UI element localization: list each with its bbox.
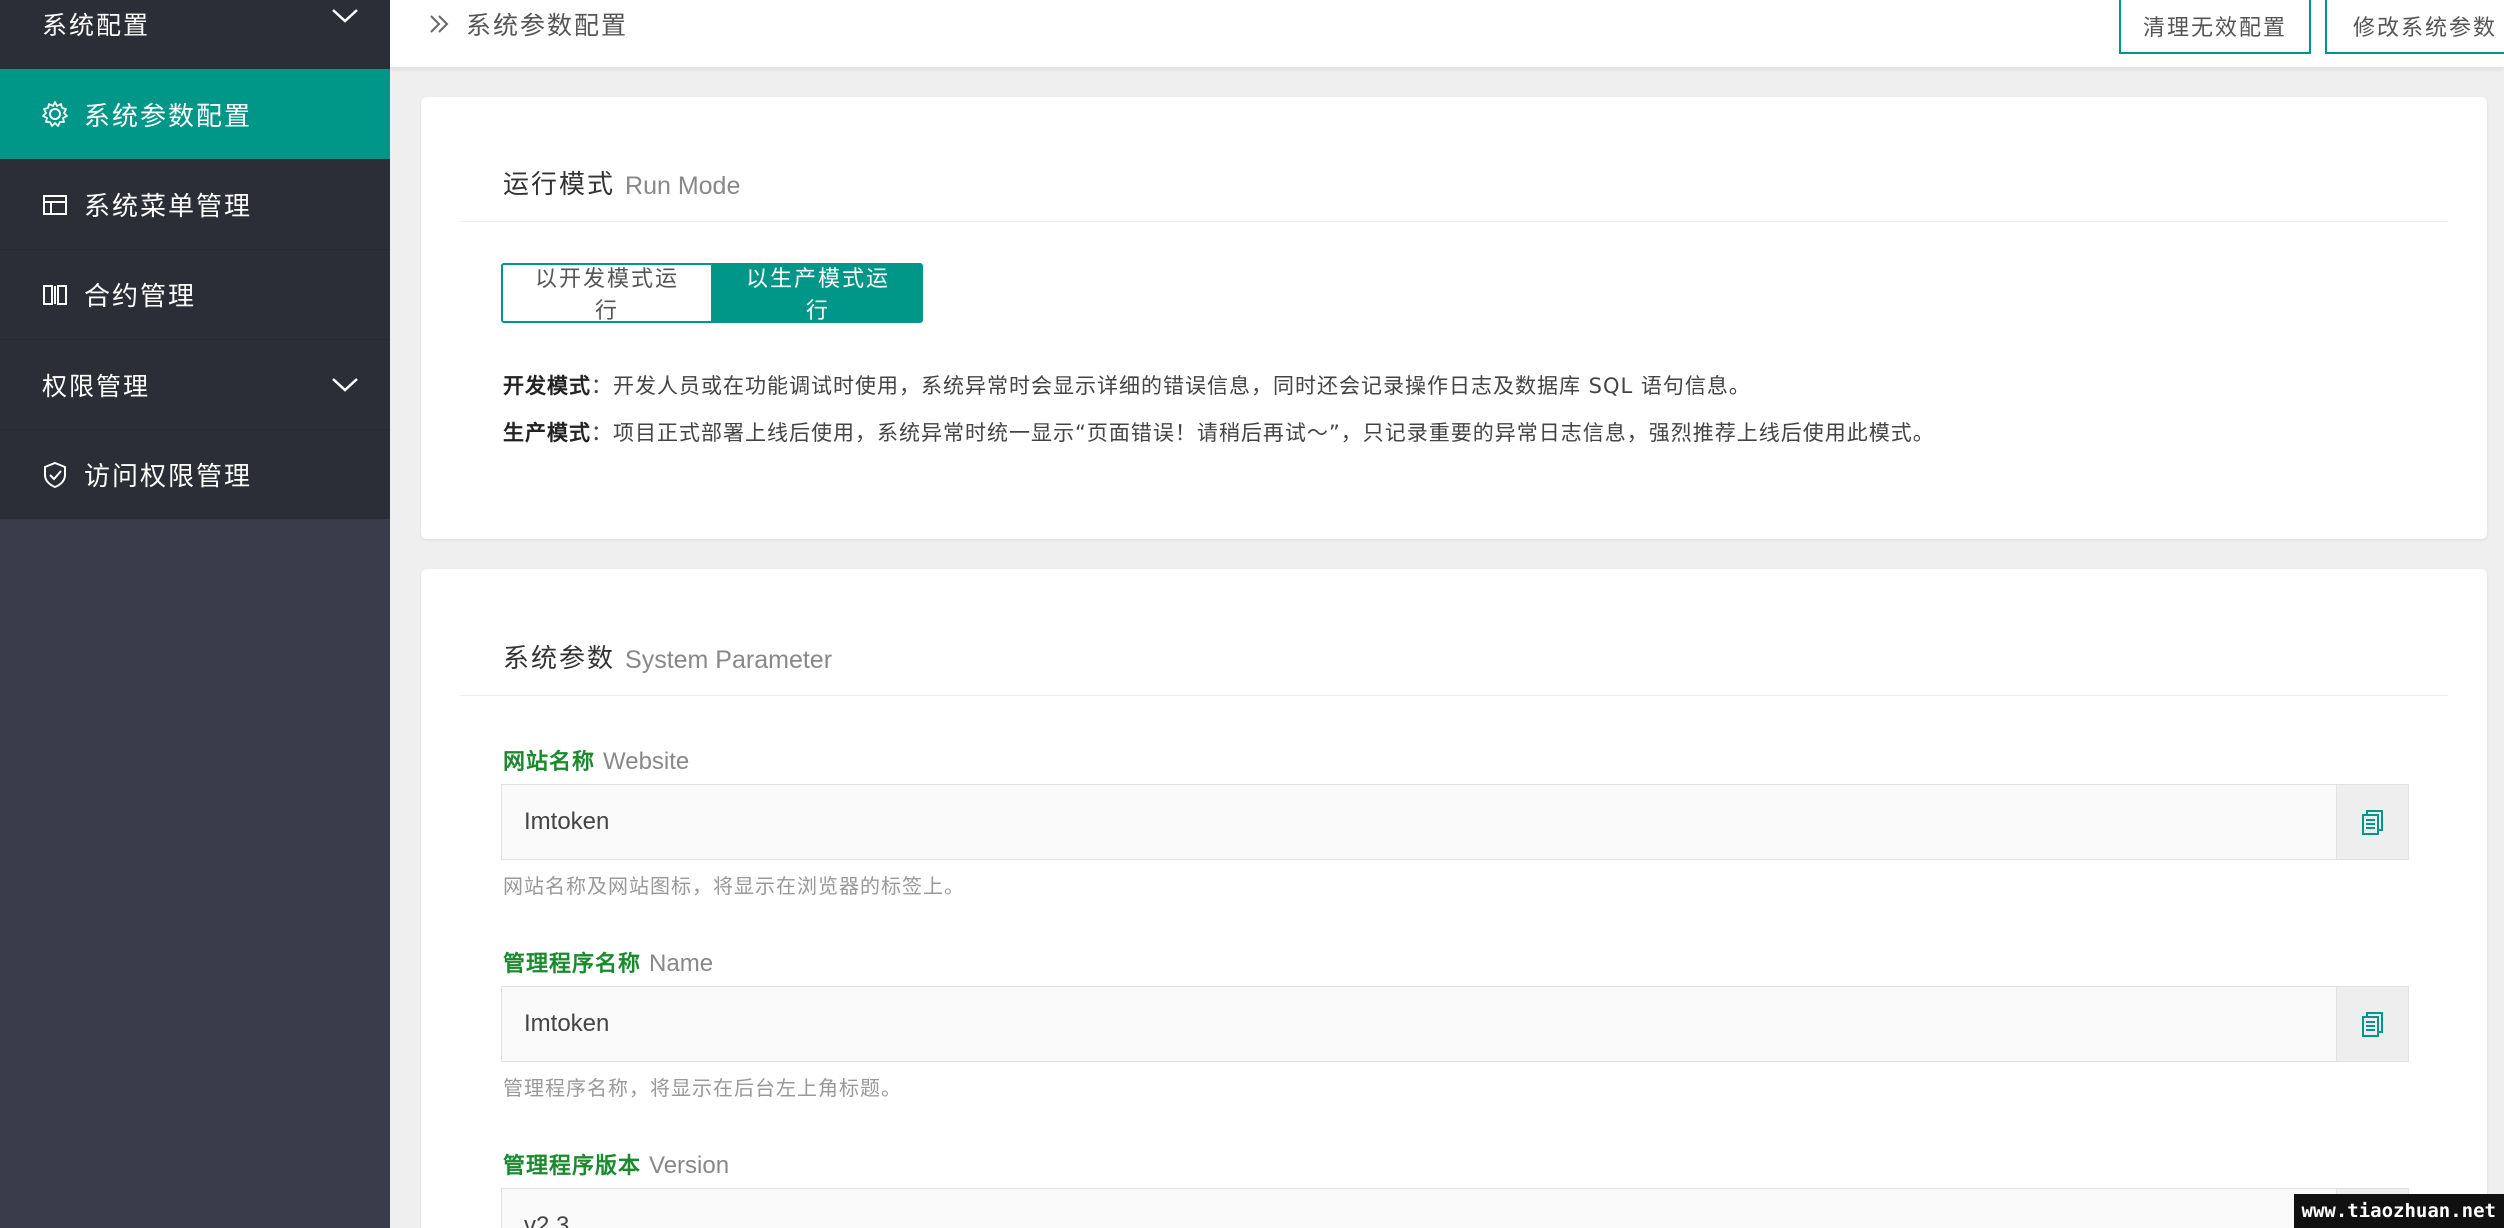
sidebar-item-label: 系统参数配置 [84, 101, 253, 132]
prod-mode-text: ：项目正式部署上线后使用，系统异常时统一显示“页面错误！请稍后再试～”，只记录重… [591, 421, 1935, 445]
dev-mode-button[interactable]: 以开发模式运行 [501, 263, 713, 324]
dev-mode-description: 开发模式：开发人员或在功能调试时使用，系统异常时会显示详细的错误信息，同时还会记… [503, 370, 1751, 400]
system-parameter-card: 系统参数 System Parameter 网站名称 Website Imtoke… [421, 569, 2487, 1228]
sidebar: 系统配置 系统参数配置 系统菜单管理 合约管理 权限管理 访问权限管理 [0, 0, 390, 1228]
sidebar-group-system-config[interactable]: 系统配置 [0, 0, 390, 69]
app-name-input[interactable]: Imtoken [502, 987, 2336, 1061]
app-version-field: v2.3 [501, 1188, 2409, 1228]
app-version-label: 管理程序版本 Version [503, 1148, 729, 1180]
watermark: www.tiaozhuan.net [2293, 1194, 2504, 1228]
card-title-text: 系统参数 [503, 644, 616, 674]
sidebar-group-label: 系统配置 [42, 11, 151, 40]
label-cn: 管理程序名称 [503, 952, 642, 977]
label-en: Version [649, 1152, 730, 1179]
website-name-field: Imtoken [501, 784, 2409, 860]
label-en: Name [649, 950, 714, 977]
chevron-down-icon [330, 375, 360, 395]
card-title-en: System Parameter [625, 646, 833, 674]
run-mode-toggle: 以开发模式运行 以生产模式运行 [501, 263, 923, 324]
app-name-label: 管理程序名称 Name [503, 946, 713, 978]
app-version-input[interactable]: v2.3 [502, 1189, 2336, 1228]
dev-mode-text: ：开发人员或在功能调试时使用，系统异常时会显示详细的错误信息，同时还会记录操作日… [591, 374, 1751, 398]
breadcrumb: 系统参数配置 [428, 6, 628, 42]
sidebar-group-label: 权限管理 [42, 371, 151, 401]
website-name-input[interactable]: Imtoken [502, 785, 2336, 859]
website-name-label: 网站名称 Website [503, 744, 689, 776]
sidebar-item-system-params[interactable]: 系统参数配置 [0, 69, 390, 159]
chevron-down-icon [330, 6, 360, 26]
clear-invalid-config-button[interactable]: 清理无效配置 [2119, 0, 2311, 54]
app-name-hint: 管理程序名称，将显示在后台左上角标题。 [503, 1076, 902, 1100]
card-title: 系统参数 System Parameter [460, 569, 2448, 696]
website-name-hint: 网站名称及网站图标，将显示在浏览器的标签上。 [503, 874, 965, 898]
shield-check-icon [40, 460, 70, 490]
app-name-field: Imtoken [501, 986, 2409, 1062]
prod-mode-button[interactable]: 以生产模式运行 [713, 263, 923, 324]
card-title-text: 运行模式 [503, 170, 616, 200]
double-chevron-right-icon [428, 13, 452, 35]
sidebar-item-label: 合约管理 [84, 282, 197, 312]
card-title: 运行模式 Run Mode [460, 97, 2448, 222]
prod-mode-label: 生产模式 [503, 421, 591, 445]
label-en: Website [603, 748, 690, 775]
prod-mode-description: 生产模式：项目正式部署上线后使用，系统异常时统一显示“页面错误！请稍后再试～”，… [503, 417, 1935, 447]
columns-icon [40, 280, 70, 310]
label-cn: 网站名称 [503, 750, 596, 775]
file-copy-icon[interactable] [2336, 987, 2408, 1061]
sidebar-item-contract-management[interactable]: 合约管理 [0, 249, 390, 339]
sidebar-item-menu-management[interactable]: 系统菜单管理 [0, 159, 390, 249]
top-header: 系统参数配置 清理无效配置 修改系统参数 [390, 0, 2504, 68]
window-icon [40, 190, 70, 220]
dev-mode-label: 开发模式 [503, 374, 591, 398]
card-title-en: Run Mode [625, 172, 741, 200]
breadcrumb-label: 系统参数配置 [466, 11, 629, 40]
label-cn: 管理程序版本 [503, 1154, 642, 1179]
sidebar-group-permissions[interactable]: 权限管理 [0, 339, 390, 429]
file-copy-icon[interactable] [2336, 785, 2408, 859]
sidebar-item-access-permissions[interactable]: 访问权限管理 [0, 429, 390, 519]
sidebar-item-label: 访问权限管理 [84, 462, 253, 492]
run-mode-card: 运行模式 Run Mode 以开发模式运行 以生产模式运行 开发模式：开发人员或… [421, 97, 2487, 539]
edit-system-params-button[interactable]: 修改系统参数 [2325, 0, 2504, 54]
sidebar-item-label: 系统菜单管理 [84, 192, 253, 222]
gear-icon [40, 99, 70, 129]
